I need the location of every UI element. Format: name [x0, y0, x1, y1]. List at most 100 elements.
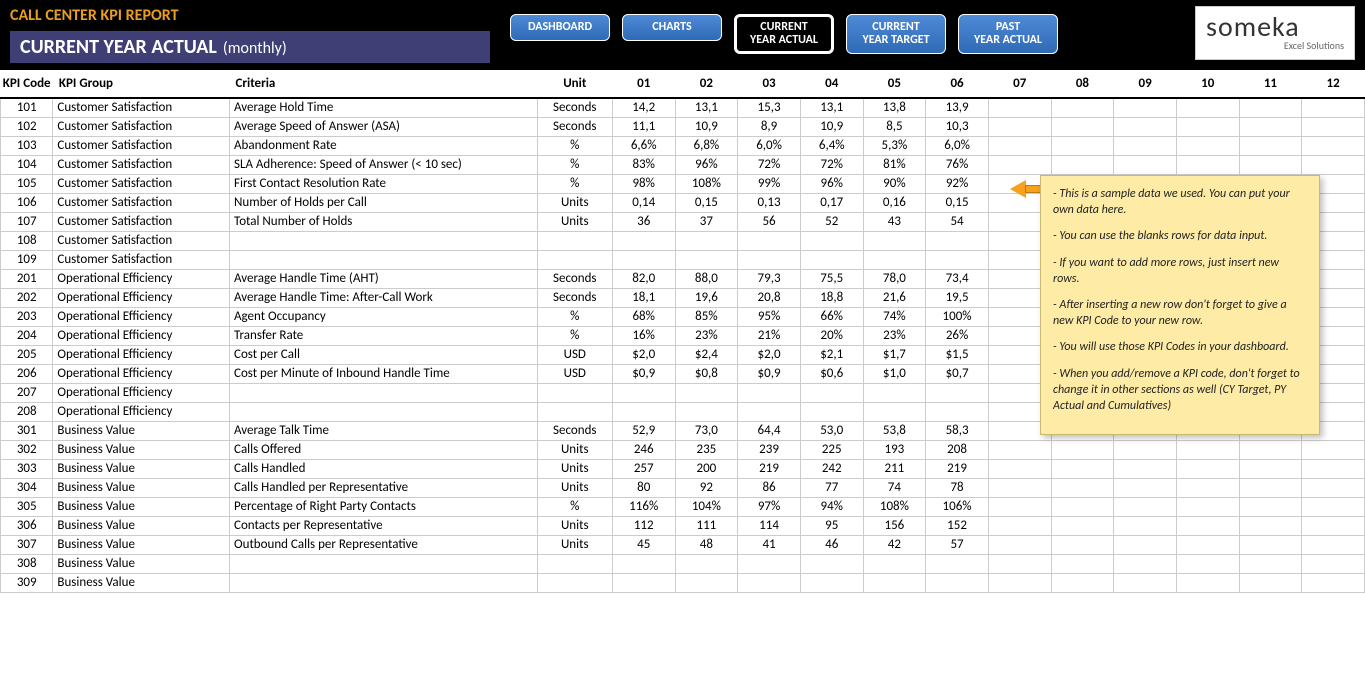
- nav-btn-4[interactable]: PASTYEAR ACTUAL: [958, 14, 1058, 54]
- cell-value[interactable]: [612, 554, 675, 573]
- cell-value[interactable]: [1114, 535, 1177, 554]
- cell-value[interactable]: 66%: [800, 307, 863, 326]
- cell-value[interactable]: [1239, 117, 1302, 136]
- cell-value[interactable]: 219: [926, 459, 989, 478]
- cell-value[interactable]: 239: [738, 440, 801, 459]
- cell-code[interactable]: 205: [1, 345, 53, 364]
- cell-code[interactable]: 306: [1, 516, 53, 535]
- cell-criteria[interactable]: Agent Occupancy: [230, 307, 538, 326]
- cell-group[interactable]: Customer Satisfaction: [53, 231, 230, 250]
- cell-value[interactable]: [926, 554, 989, 573]
- cell-value[interactable]: 242: [800, 459, 863, 478]
- cell-value[interactable]: 6,8%: [675, 136, 738, 155]
- cell-value[interactable]: 19,5: [926, 288, 989, 307]
- cell-value[interactable]: 92%: [926, 174, 989, 193]
- cell-value[interactable]: [612, 573, 675, 592]
- cell-unit[interactable]: Seconds: [537, 117, 612, 136]
- cell-value[interactable]: $0,9: [612, 364, 675, 383]
- cell-value[interactable]: 54: [926, 212, 989, 231]
- cell-group[interactable]: Business Value: [53, 440, 230, 459]
- cell-value[interactable]: 225: [800, 440, 863, 459]
- cell-value[interactable]: 83%: [612, 155, 675, 174]
- cell-value[interactable]: [1051, 117, 1114, 136]
- cell-unit[interactable]: %: [537, 307, 612, 326]
- nav-btn-3[interactable]: CURRENTYEAR TARGET: [846, 14, 946, 54]
- cell-value[interactable]: [1051, 98, 1114, 117]
- cell-value[interactable]: [988, 155, 1051, 174]
- cell-value[interactable]: [1302, 478, 1365, 497]
- cell-value[interactable]: 85%: [675, 307, 738, 326]
- cell-value[interactable]: 20,8: [738, 288, 801, 307]
- cell-code[interactable]: 202: [1, 288, 53, 307]
- cell-value[interactable]: [675, 250, 738, 269]
- cell-value[interactable]: 19,6: [675, 288, 738, 307]
- cell-value[interactable]: [1302, 155, 1365, 174]
- cell-unit[interactable]: [537, 554, 612, 573]
- cell-criteria[interactable]: Contacts per Representative: [230, 516, 538, 535]
- cell-value[interactable]: 42: [863, 535, 926, 554]
- cell-unit[interactable]: %: [537, 174, 612, 193]
- cell-value[interactable]: [926, 231, 989, 250]
- cell-value[interactable]: [1114, 117, 1177, 136]
- cell-unit[interactable]: Seconds: [537, 98, 612, 117]
- cell-value[interactable]: [1051, 136, 1114, 155]
- cell-value[interactable]: [1302, 535, 1365, 554]
- cell-value[interactable]: 108%: [863, 497, 926, 516]
- cell-value[interactable]: 57: [926, 535, 989, 554]
- cell-value[interactable]: $0,7: [926, 364, 989, 383]
- cell-code[interactable]: 109: [1, 250, 53, 269]
- cell-value[interactable]: 56: [738, 212, 801, 231]
- cell-value[interactable]: 156: [863, 516, 926, 535]
- cell-code[interactable]: 203: [1, 307, 53, 326]
- cell-value[interactable]: 99%: [738, 174, 801, 193]
- cell-value[interactable]: 257: [612, 459, 675, 478]
- cell-value[interactable]: 114: [738, 516, 801, 535]
- cell-value[interactable]: 92: [675, 478, 738, 497]
- cell-group[interactable]: Customer Satisfaction: [53, 98, 230, 117]
- cell-value[interactable]: 73,4: [926, 269, 989, 288]
- cell-value[interactable]: [738, 383, 801, 402]
- cell-value[interactable]: 10,9: [675, 117, 738, 136]
- cell-group[interactable]: Operational Efficiency: [53, 345, 230, 364]
- cell-unit[interactable]: %: [537, 497, 612, 516]
- cell-code[interactable]: 305: [1, 497, 53, 516]
- cell-value[interactable]: 86: [738, 478, 801, 497]
- nav-btn-1[interactable]: CHARTS: [622, 14, 722, 41]
- cell-value[interactable]: 26%: [926, 326, 989, 345]
- cell-unit[interactable]: USD: [537, 364, 612, 383]
- cell-value[interactable]: [988, 497, 1051, 516]
- cell-group[interactable]: Customer Satisfaction: [53, 174, 230, 193]
- cell-code[interactable]: 102: [1, 117, 53, 136]
- cell-value[interactable]: 193: [863, 440, 926, 459]
- cell-value[interactable]: 74: [863, 478, 926, 497]
- cell-value[interactable]: [1051, 155, 1114, 174]
- cell-value[interactable]: 53,8: [863, 421, 926, 440]
- cell-criteria[interactable]: Number of Holds per Call: [230, 193, 538, 212]
- cell-value[interactable]: 90%: [863, 174, 926, 193]
- cell-value[interactable]: [988, 573, 1051, 592]
- cell-value[interactable]: 23%: [675, 326, 738, 345]
- cell-unit[interactable]: %: [537, 155, 612, 174]
- cell-value[interactable]: 6,6%: [612, 136, 675, 155]
- cell-group[interactable]: Business Value: [53, 516, 230, 535]
- cell-value[interactable]: 8,9: [738, 117, 801, 136]
- cell-value[interactable]: 219: [738, 459, 801, 478]
- cell-value[interactable]: 20%: [800, 326, 863, 345]
- cell-code[interactable]: 207: [1, 383, 53, 402]
- cell-value[interactable]: [612, 402, 675, 421]
- cell-value[interactable]: $2,0: [738, 345, 801, 364]
- cell-code[interactable]: 108: [1, 231, 53, 250]
- cell-value[interactable]: [1114, 478, 1177, 497]
- cell-group[interactable]: Business Value: [53, 497, 230, 516]
- cell-value[interactable]: [1239, 554, 1302, 573]
- cell-value[interactable]: 76%: [926, 155, 989, 174]
- cell-value[interactable]: 73,0: [675, 421, 738, 440]
- cell-group[interactable]: Business Value: [53, 535, 230, 554]
- cell-criteria[interactable]: Abandonment Rate: [230, 136, 538, 155]
- cell-value[interactable]: 74%: [863, 307, 926, 326]
- cell-criteria[interactable]: [230, 383, 538, 402]
- cell-value[interactable]: $0,6: [800, 364, 863, 383]
- cell-value[interactable]: [988, 136, 1051, 155]
- cell-unit[interactable]: Seconds: [537, 288, 612, 307]
- cell-value[interactable]: [1176, 535, 1239, 554]
